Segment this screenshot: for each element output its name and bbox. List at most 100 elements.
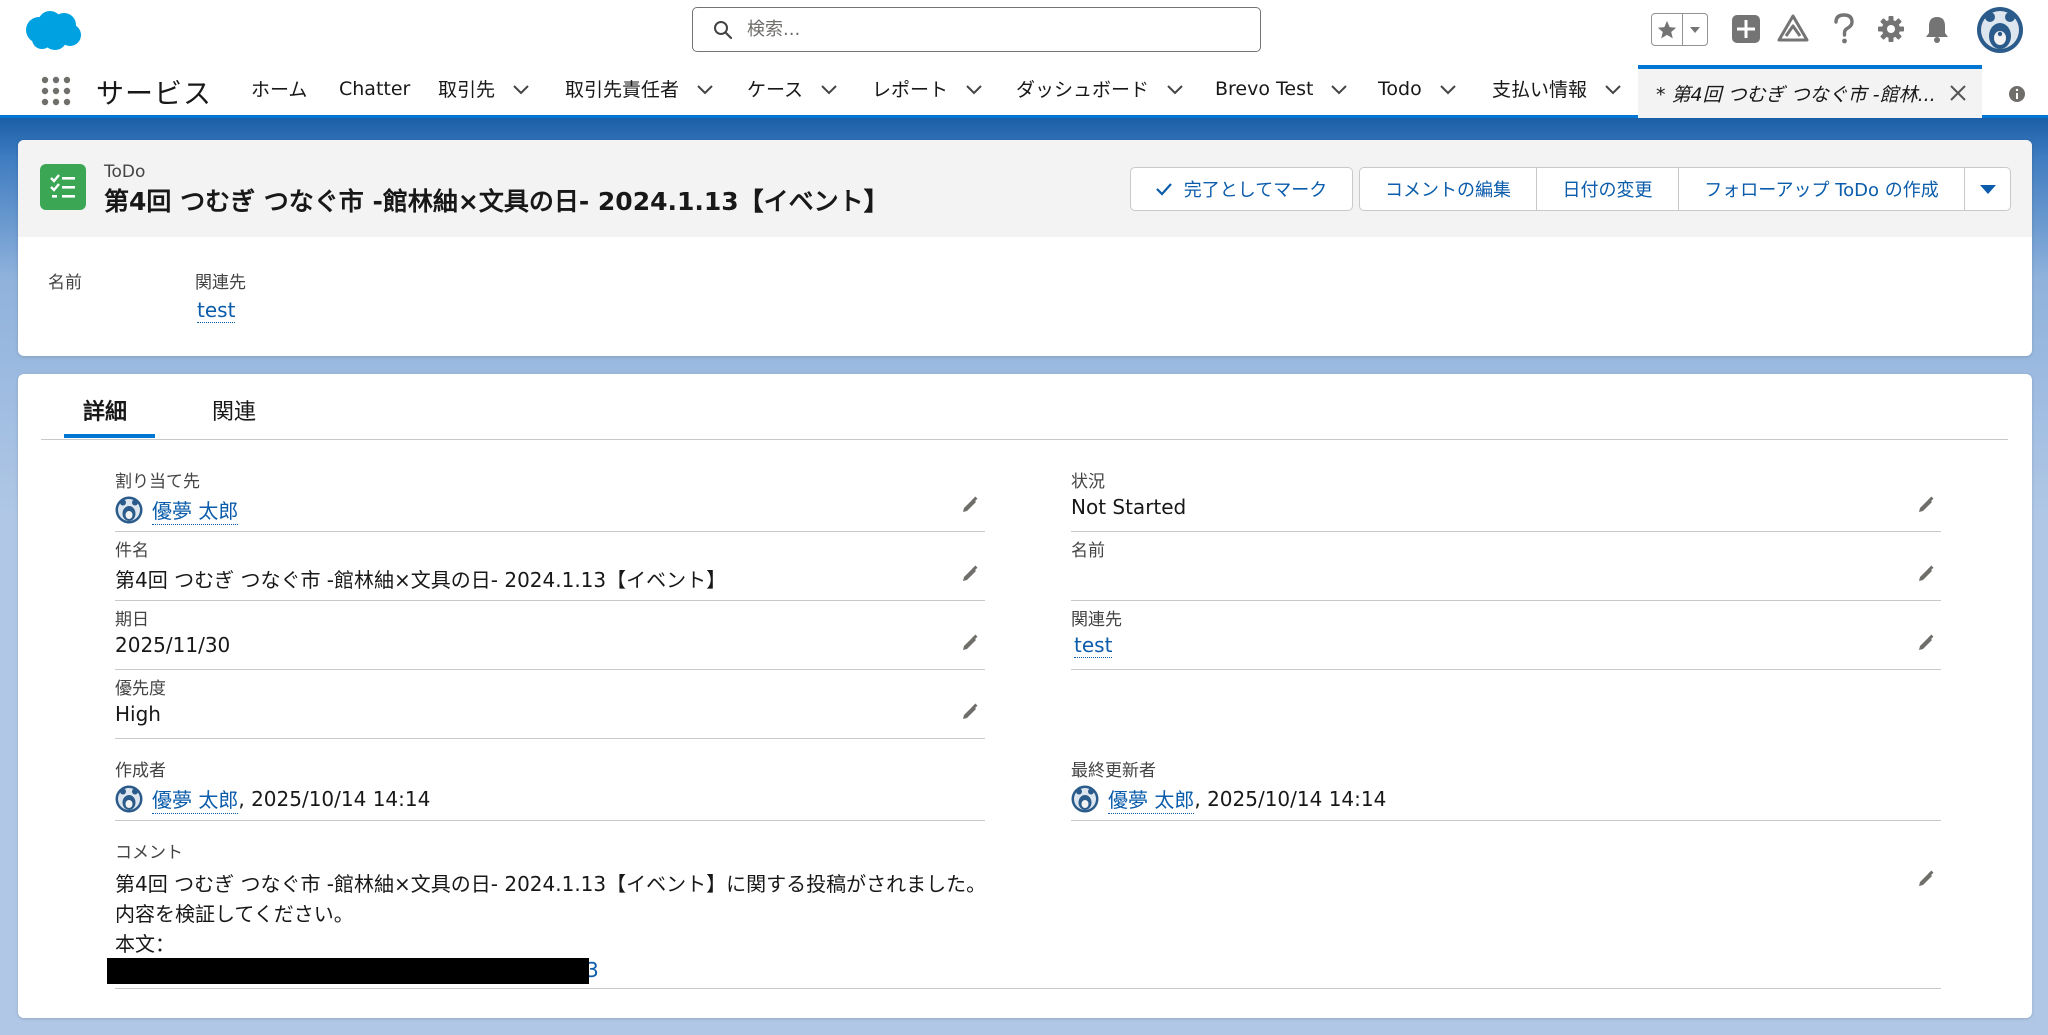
chevron-down-icon[interactable]	[1165, 79, 1185, 99]
highlight-name-label: 名前	[48, 273, 82, 293]
global-create-button[interactable]	[1729, 12, 1763, 46]
edit-pencil-icon[interactable]	[1917, 496, 1935, 514]
field-label: 件名	[115, 541, 149, 561]
field-label: 最終更新者	[1071, 761, 1156, 781]
nav-item-dashboards[interactable]: ダッシュボード	[1016, 62, 1185, 115]
nav-item-contacts[interactable]: 取引先責任者	[565, 62, 715, 115]
nav-item-brevo-test[interactable]: Brevo Test	[1215, 62, 1349, 115]
created-date: , 2025/10/14 14:14	[238, 787, 431, 811]
chevron-down-icon[interactable]	[1329, 79, 1349, 99]
app-name: サービス	[96, 77, 213, 110]
app-navigation-bar: サービス ホーム Chatter 取引先 取引先責任者 ケース レポート ダッシ…	[0, 62, 2048, 118]
button-label: フォローアップ ToDo の作成	[1704, 180, 1939, 201]
notifications-bell-icon	[1926, 17, 1948, 43]
chevron-down-icon[interactable]	[1603, 79, 1623, 99]
nav-item-chatter[interactable]: Chatter	[339, 62, 410, 115]
edit-pencil-icon[interactable]	[961, 634, 979, 652]
nav-item-label: 取引先	[438, 79, 496, 101]
field-label: コメント	[115, 843, 183, 863]
field-value: 優夢 太郎 , 2025/10/14 14:14	[1071, 784, 1386, 814]
field-value: 優夢 太郎	[115, 495, 239, 525]
edit-pencil-icon[interactable]	[1917, 565, 1935, 583]
field-label: 作成者	[115, 761, 166, 781]
more-actions-button[interactable]	[1965, 167, 2011, 211]
global-search[interactable]	[692, 7, 1261, 52]
chevron-down-icon[interactable]	[695, 79, 715, 99]
user-avatar[interactable]	[1976, 6, 2024, 54]
help-button[interactable]	[1827, 12, 1861, 46]
user-avatar	[115, 496, 143, 524]
field-label: 優先度	[115, 679, 166, 699]
global-create-icon	[1732, 15, 1760, 43]
highlight-related-link[interactable]: test	[197, 298, 236, 323]
trailhead-button[interactable]	[1776, 12, 1810, 46]
record-header-card: ToDo 第4回 つむぎ つなぐ市 -館林紬×文具の日- 2024.1.13【イ…	[18, 140, 2032, 356]
close-icon[interactable]	[1948, 83, 1968, 103]
task-record-icon	[40, 164, 86, 210]
nav-item-cases[interactable]: ケース	[747, 62, 839, 115]
button-label: 日付の変更	[1562, 180, 1653, 201]
nav-item-todo[interactable]: Todo	[1378, 62, 1458, 115]
edit-pencil-icon[interactable]	[1917, 634, 1935, 652]
edit-pencil-icon[interactable]	[961, 703, 979, 721]
global-header	[0, 0, 2048, 62]
notifications-button[interactable]	[1920, 12, 1954, 46]
field-value: Not Started	[1071, 495, 1187, 519]
nav-item-label: 取引先責任者	[565, 79, 680, 101]
created-by-user-link[interactable]: 優夢 太郎	[152, 784, 239, 814]
edit-pencil-icon[interactable]	[961, 496, 979, 514]
nav-item-label: ホーム	[251, 79, 308, 101]
tab-related[interactable]: 関連	[212, 394, 256, 426]
setup-button[interactable]	[1874, 12, 1908, 46]
highlight-related-label: 関連先	[195, 273, 246, 293]
field-value: 2025/11/30	[115, 633, 231, 657]
field-value: test	[1071, 633, 1113, 658]
edit-pencil-icon[interactable]	[961, 565, 979, 583]
tab-details[interactable]: 詳細	[83, 394, 127, 426]
field-name: 名前	[1071, 532, 1941, 601]
field-label: 期日	[115, 610, 149, 630]
field-comments: コメント 第4回 つむぎ つなぐ市 -館林紬×文具の日- 2024.1.13【イ…	[107, 836, 1941, 989]
field-subject: 件名 第4回 つむぎ つなぐ市 -館林紬×文具の日- 2024.1.13【イベン…	[115, 532, 985, 601]
last-modified-user-link[interactable]: 優夢 太郎	[1108, 784, 1195, 814]
task-checklist-icon	[50, 174, 75, 198]
field-last-modified-by: 最終更新者 優夢 太郎 , 2025/10/14 14:14	[1071, 752, 1941, 821]
change-date-button[interactable]: 日付の変更	[1537, 167, 1679, 211]
nav-item-accounts[interactable]: 取引先	[438, 62, 531, 115]
assigned-user-link[interactable]: 優夢 太郎	[152, 495, 239, 525]
nav-item-reports[interactable]: レポート	[872, 62, 984, 115]
edit-comments-button[interactable]: コメントの編集	[1359, 167, 1537, 211]
favorites-caret-icon	[1690, 26, 1701, 33]
nav-tab-active-record[interactable]: * 第4回 つむぎ つなぐ市 -館林...	[1638, 65, 1982, 118]
mark-complete-group: 完了としてマーク	[1130, 167, 1353, 211]
field-value: 優夢 太郎 , 2025/10/14 14:14	[115, 784, 430, 814]
create-followup-todo-button[interactable]: フォローアップ ToDo の作成	[1679, 167, 1965, 211]
field-created-by: 作成者 優夢 太郎 , 2025/10/14 14:14	[115, 752, 985, 821]
nav-item-label: Chatter	[339, 77, 411, 100]
chevron-down-icon[interactable]	[1438, 79, 1458, 99]
app-launcher-icon[interactable]	[40, 75, 72, 107]
favorites-menu-button[interactable]	[1683, 14, 1707, 45]
active-tab-indicator	[64, 434, 155, 438]
chevron-down-icon[interactable]	[511, 79, 531, 99]
field-status: 状況 Not Started	[1071, 463, 1941, 532]
related-to-link[interactable]: test	[1074, 633, 1113, 658]
mark-complete-button[interactable]: 完了としてマーク	[1130, 167, 1353, 211]
nav-item-payments[interactable]: 支払い情報	[1492, 62, 1623, 115]
favorites-star-icon	[1658, 20, 1677, 38]
button-label: コメントの編集	[1385, 180, 1511, 201]
chevron-down-icon[interactable]	[819, 79, 839, 99]
edit-pencil-icon[interactable]	[1917, 870, 1935, 888]
salesforce-cloud-logo[interactable]	[22, 8, 84, 52]
comment-line: 第4回 つむぎ つなぐ市 -館林紬×文具の日- 2024.1.13【イベント】に…	[115, 872, 987, 896]
record-title: 第4回 つむぎ つなぐ市 -館林紬×文具の日- 2024.1.13【イベント】	[104, 187, 889, 216]
comment-line: 内容を検証してください。	[115, 902, 354, 926]
search-input[interactable]	[747, 14, 1227, 44]
chevron-down-icon[interactable]	[964, 79, 984, 99]
info-icon[interactable]	[2008, 85, 2026, 103]
caret-down-icon	[1979, 185, 1996, 194]
nav-item-home[interactable]: ホーム	[251, 62, 307, 115]
search-icon	[714, 21, 733, 40]
nav-item-label: ケース	[747, 79, 804, 101]
favorites-button[interactable]	[1652, 14, 1684, 45]
